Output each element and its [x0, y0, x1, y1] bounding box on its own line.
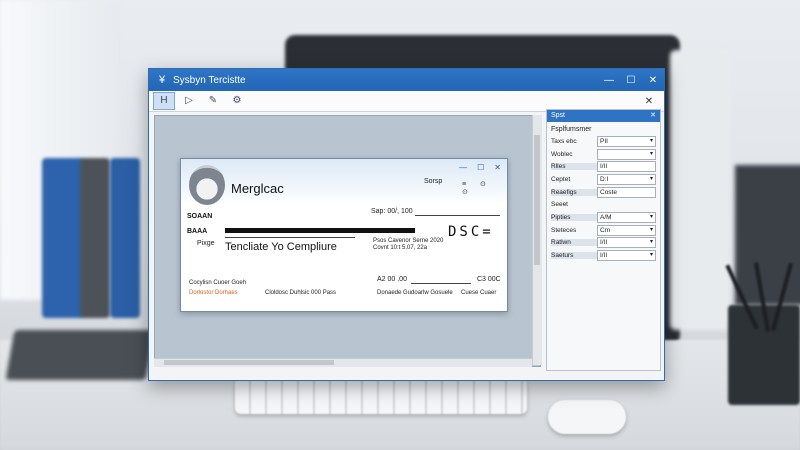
label-baaa: BAAA [187, 228, 208, 235]
property-row[interactable]: Seeet [547, 198, 660, 211]
maximize-button[interactable]: ☐ [620, 75, 642, 86]
property-row[interactable]: Ratlwn I/II [547, 237, 660, 250]
background-shelf [735, 165, 800, 305]
property-row[interactable]: Rlles I/II [547, 160, 660, 173]
properties-panel: Spst ✕ Fsplfumsmer Taxs ebcPII Woblec Rl… [546, 109, 661, 371]
date-label: Sap: 00/, 100 [371, 208, 413, 215]
footer-left-1: Cocylisn Cuoer Goeh [189, 280, 247, 286]
keyboard [235, 378, 527, 414]
signature-date: A2 00 .00 [377, 276, 407, 283]
micr-bar [225, 228, 415, 233]
payee-line [225, 237, 355, 238]
property-row[interactable]: Taxs ebc PII [547, 135, 660, 148]
background-monitor-side [670, 50, 730, 330]
wolf-logo [189, 165, 225, 205]
check-window-controls: — ☐ ✕ [459, 163, 501, 172]
panel-title: Spst [551, 112, 566, 119]
amount-box: DSC= [448, 224, 494, 240]
edit-icon[interactable]: ✎ [203, 93, 223, 109]
footer-left-3: Cloldosc Duhlsic 000 Pass [265, 290, 337, 296]
amount-words-2: Covnt 10:t 5.07, 22a [373, 245, 428, 251]
design-view-button[interactable]: H [153, 92, 175, 110]
property-row[interactable]: Pipties A/M [547, 211, 660, 224]
settings-icon[interactable]: ⚙ [227, 93, 247, 109]
horizontal-scrollbar[interactable] [154, 358, 532, 367]
property-row[interactable]: Steteces Cm [547, 224, 660, 237]
amount-words: Psos Cavenor Serne 2020 [373, 238, 444, 244]
minimize-button[interactable]: — [598, 75, 620, 86]
check-close-icon[interactable]: ✕ [494, 163, 501, 172]
company-name: Merglcac [231, 181, 284, 196]
signature-line [411, 283, 471, 284]
binder-blue-2 [110, 158, 140, 318]
check-header-band [181, 159, 507, 205]
binder-gray [80, 158, 110, 318]
vertical-scrollbar[interactable] [532, 115, 542, 365]
panel-subtitle: Fsplfumsmer [551, 126, 592, 133]
payee-name: Tencliate Yo Cempliure [225, 241, 337, 253]
header-icons: ≡ ⊙ ⊙ [462, 181, 492, 196]
footer-left-2: Dorlostor Dorhaes [189, 290, 238, 296]
scroll-thumb[interactable] [534, 135, 540, 265]
label-pixge: Pixge [197, 240, 215, 247]
panel-header: Spst ✕ [547, 110, 660, 122]
mouse [548, 400, 626, 434]
header-right-text: Sorsp [424, 178, 443, 185]
toolbar-controls: ✕ [638, 91, 660, 111]
title-bar: ¥ Sysbyn Tercistte — ☐ ✕ [149, 69, 664, 91]
notebook [5, 330, 155, 380]
date-line [415, 215, 500, 216]
window-title: Sysbyn Tercistte [173, 74, 246, 86]
footer-right-1: Donaede Gudoarlw Gosuele [377, 290, 453, 296]
close-button[interactable]: ✕ [642, 75, 664, 86]
check-preview[interactable]: — ☐ ✕ Merglcac Sorsp ≡ ⊙ ⊙ Sap: 00/, 100… [180, 158, 508, 312]
property-row[interactable]: Reaefigs Coste [547, 186, 660, 199]
app-window: ¥ Sysbyn Tercistte — ☐ ✕ H ▷ ✎ ⚙ ✕ — ☐ ✕… [148, 68, 665, 381]
app-logo-icon: ¥ [158, 74, 166, 86]
footer-right-2: Cuese Cuaer [461, 290, 497, 296]
check-minimize-icon[interactable]: — [459, 163, 467, 172]
check-maximize-icon[interactable]: ☐ [477, 163, 484, 172]
scroll-thumb[interactable] [164, 360, 334, 365]
property-row[interactable]: Saeturs I/II [547, 249, 660, 262]
panel-close-icon[interactable]: ✕ [650, 110, 656, 122]
property-row[interactable]: Woblec [547, 148, 660, 161]
preview-button[interactable]: ▷ [179, 93, 199, 109]
signature-right: C3 00C [477, 276, 501, 283]
label-soaan: SOAAN [187, 213, 213, 220]
property-row[interactable]: Ceptet D:I [547, 173, 660, 186]
binder-blue-1 [42, 158, 84, 318]
toolbar-close-button[interactable]: ✕ [638, 96, 660, 107]
